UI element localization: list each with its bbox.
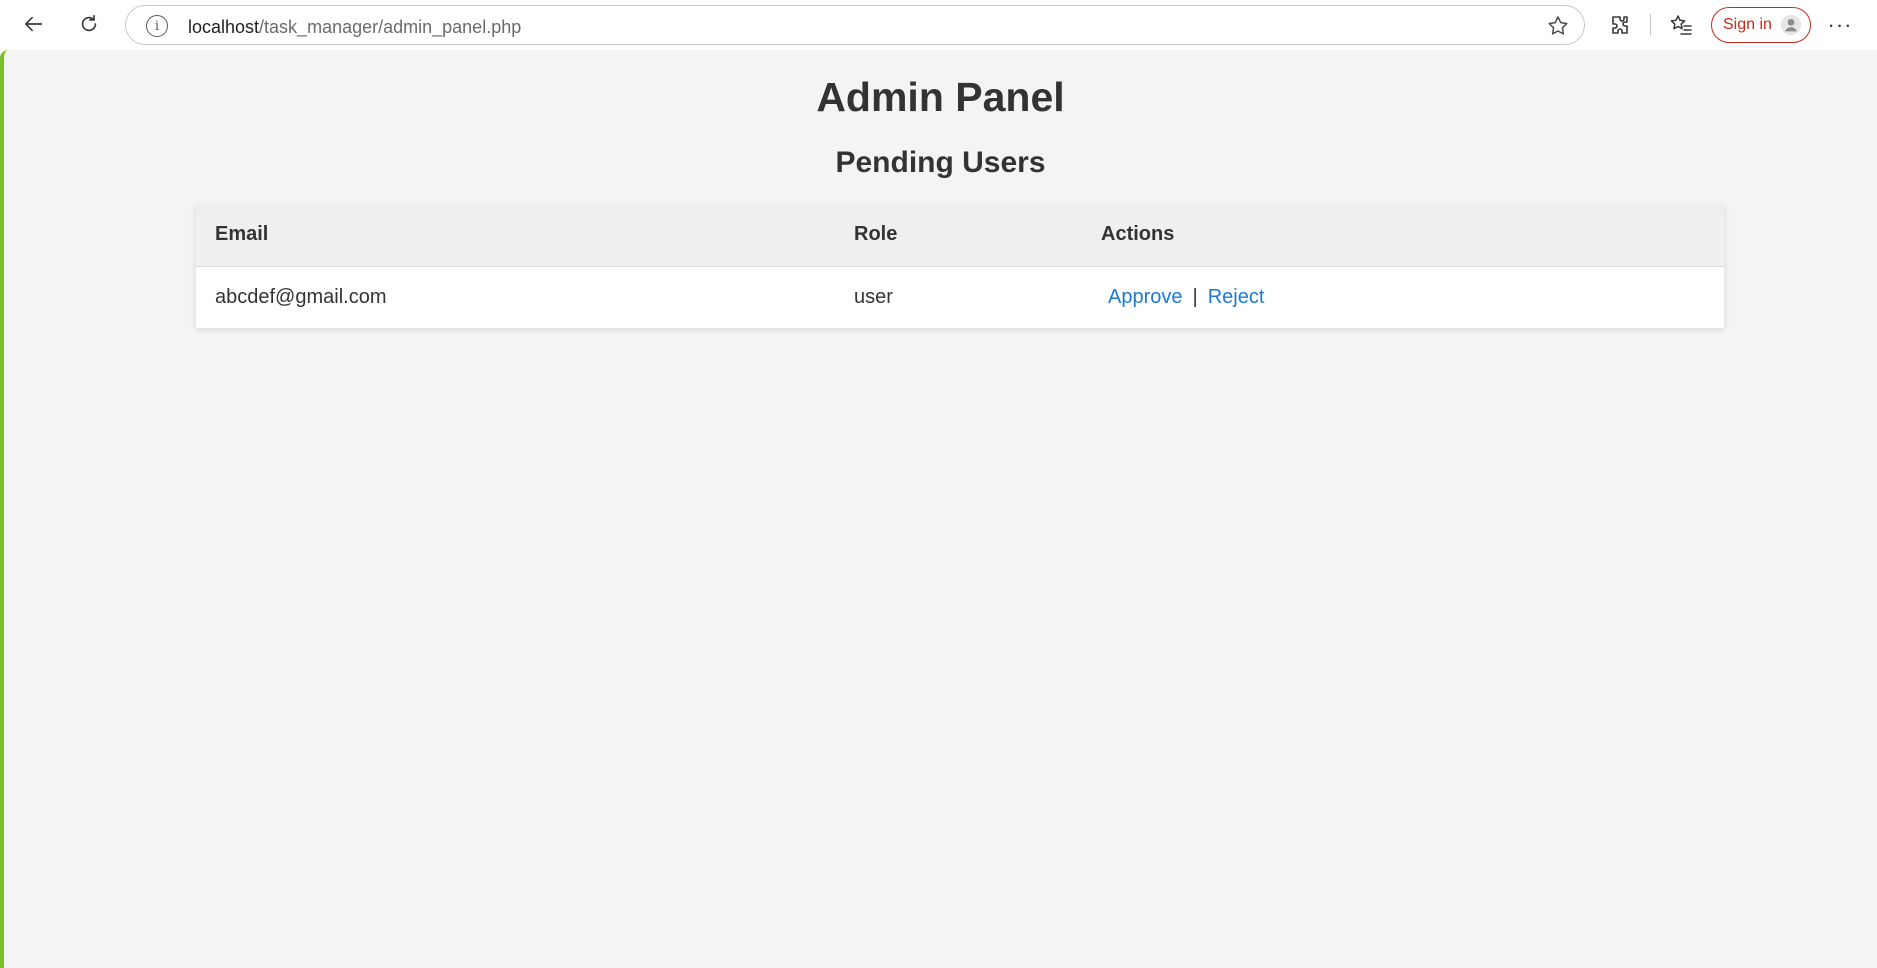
sign-in-button[interactable]: Sign in [1711, 7, 1811, 43]
back-button[interactable] [16, 6, 52, 42]
action-separator: | [1192, 285, 1198, 308]
approve-link[interactable]: Approve [1108, 286, 1183, 308]
info-icon[interactable]: i [146, 15, 168, 37]
profile-icon [1780, 14, 1802, 36]
browser-toolbar: i localhost/task_manager/admin_panel.php… [0, 0, 1877, 50]
cell-actions: Approve | Reject [1082, 266, 1724, 328]
header-email: Email [196, 204, 835, 267]
url-text[interactable]: localhost/task_manager/admin_panel.php [188, 17, 521, 38]
favorites-button[interactable] [1666, 10, 1696, 40]
toolbar-divider [1650, 14, 1651, 36]
page-viewport: Admin Panel Pending Users Email Role Act… [0, 50, 1877, 968]
page-title: Admin Panel [816, 74, 1065, 120]
extensions-icon [1612, 16, 1628, 34]
section-title: Pending Users [835, 146, 1046, 179]
header-role: Role [835, 204, 1082, 267]
url-host: localhost [188, 17, 260, 37]
refresh-icon [81, 14, 97, 32]
header-actions: Actions [1082, 204, 1724, 267]
pending-users-table: Email Role Actions abcdef@gmail.com user… [196, 204, 1724, 328]
url-path: /task_manager/admin_panel.php [259, 17, 522, 37]
extensions-button[interactable] [1605, 10, 1635, 40]
cell-role: user [854, 285, 893, 308]
back-arrow-icon [24, 16, 43, 32]
table-header-row: Email Role Actions [196, 204, 1724, 267]
address-bar[interactable]: i localhost/task_manager/admin_panel.php [125, 5, 1585, 45]
favorites-icon [1670, 15, 1692, 35]
more-icon[interactable]: ··· [1823, 10, 1857, 40]
table-row: abcdef@gmail.com user Approve | Reject [196, 266, 1724, 328]
sign-in-label: Sign in [1723, 16, 1772, 33]
star-icon[interactable] [1546, 14, 1570, 38]
cell-email: abcdef@gmail.com [215, 285, 387, 308]
refresh-button[interactable] [71, 6, 107, 42]
reject-link[interactable]: Reject [1208, 286, 1265, 308]
